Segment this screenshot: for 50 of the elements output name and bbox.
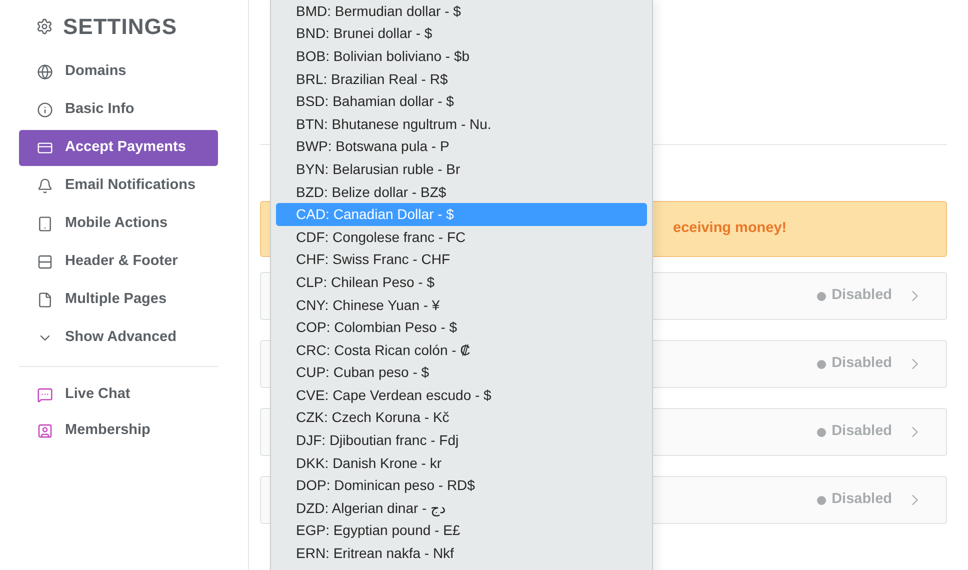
- bell-icon: [37, 178, 53, 194]
- sidebar-item[interactable]: Email Notifications: [19, 168, 218, 204]
- app-item[interactable]: Membership: [19, 413, 218, 449]
- currency-option[interactable]: CUP: Cuban peso - $: [276, 362, 647, 384]
- sidebar-item[interactable]: Basic Info: [19, 92, 218, 128]
- currency-option[interactable]: COP: Colombian Peso - $: [276, 316, 647, 339]
- currency-option[interactable]: CZK: Czech Koruna - Kč: [276, 406, 647, 430]
- currency-option[interactable]: CDF: Congolese franc - FC: [276, 226, 647, 249]
- sidebar-item[interactable]: Show Advanced: [19, 320, 218, 356]
- info-icon: [37, 102, 53, 118]
- currency-option[interactable]: BRL: Brazilian Real - R$: [276, 68, 647, 90]
- sidebar-item[interactable]: Multiple Pages: [19, 282, 218, 318]
- user-badge-icon: [37, 423, 53, 439]
- currency-option[interactable]: BND: Brunei dollar - $: [276, 22, 647, 46]
- app-item[interactable]: Live Chat: [19, 377, 218, 413]
- currency-option[interactable]: BOB: Bolivian boliviano - $b: [276, 45, 647, 68]
- currency-option[interactable]: BZD: Belize dollar - BZ$: [276, 180, 647, 204]
- currency-option[interactable]: CVE: Cape Verdean escudo - $: [276, 384, 647, 407]
- sidebar-item[interactable]: Header & Footer: [19, 244, 218, 280]
- sidebar-item[interactable]: Mobile Actions: [19, 206, 218, 242]
- page-icon: [37, 292, 53, 308]
- currency-option[interactable]: CHF: Swiss Franc - CHF: [276, 248, 647, 272]
- status-label: Disabled: [832, 490, 892, 510]
- currency-option[interactable]: BTN: Bhutanese ngultrum - Nu.: [276, 112, 647, 136]
- sidebar-item[interactable]: Accept Payments: [19, 130, 218, 166]
- currency-option[interactable]: DKK: Danish Krone - kr: [276, 452, 647, 474]
- settings-icon: [36, 18, 53, 34]
- currency-option[interactable]: ERN: Eritrean nakfa - Nkf: [276, 542, 647, 565]
- currency-option[interactable]: BMD: Bermudian dollar - $: [276, 0, 647, 23]
- currency-option[interactable]: DZD: Algerian dinar - دج: [276, 497, 647, 520]
- currency-option[interactable]: CLP: Chilean Peso - $: [276, 271, 647, 294]
- status-label: Disabled: [832, 422, 892, 442]
- currency-option[interactable]: BSD: Bahamian dollar - $: [276, 90, 647, 113]
- sidebar-item[interactable]: Domains: [19, 54, 218, 90]
- card-icon: [37, 140, 53, 156]
- warning-text: eceiving money!: [673, 219, 787, 238]
- rows-icon: [37, 254, 53, 270]
- currency-option[interactable]: CRC: Costa Rican colón - ₡: [276, 338, 647, 362]
- status-label: Disabled: [832, 286, 892, 306]
- globe-icon: [37, 64, 53, 80]
- settings-title: SETTINGS: [63, 12, 178, 40]
- status-label: Disabled: [832, 354, 892, 374]
- currency-option[interactable]: EGP: Egyptian pound - E£: [276, 520, 647, 542]
- chat-icon: [37, 387, 53, 403]
- currency-option[interactable]: CNY: Chinese Yuan - ¥: [276, 294, 647, 316]
- currency-option[interactable]: DOP: Dominican peso - RD$: [276, 474, 647, 498]
- currency-option[interactable]: BYN: Belarusian ruble - Br: [276, 158, 647, 181]
- tablet-icon: [37, 216, 53, 232]
- currency-option[interactable]: BWP: Botswana pula - P: [276, 136, 647, 158]
- currency-option[interactable]: DJF: Djiboutian franc - Fdj: [276, 429, 647, 452]
